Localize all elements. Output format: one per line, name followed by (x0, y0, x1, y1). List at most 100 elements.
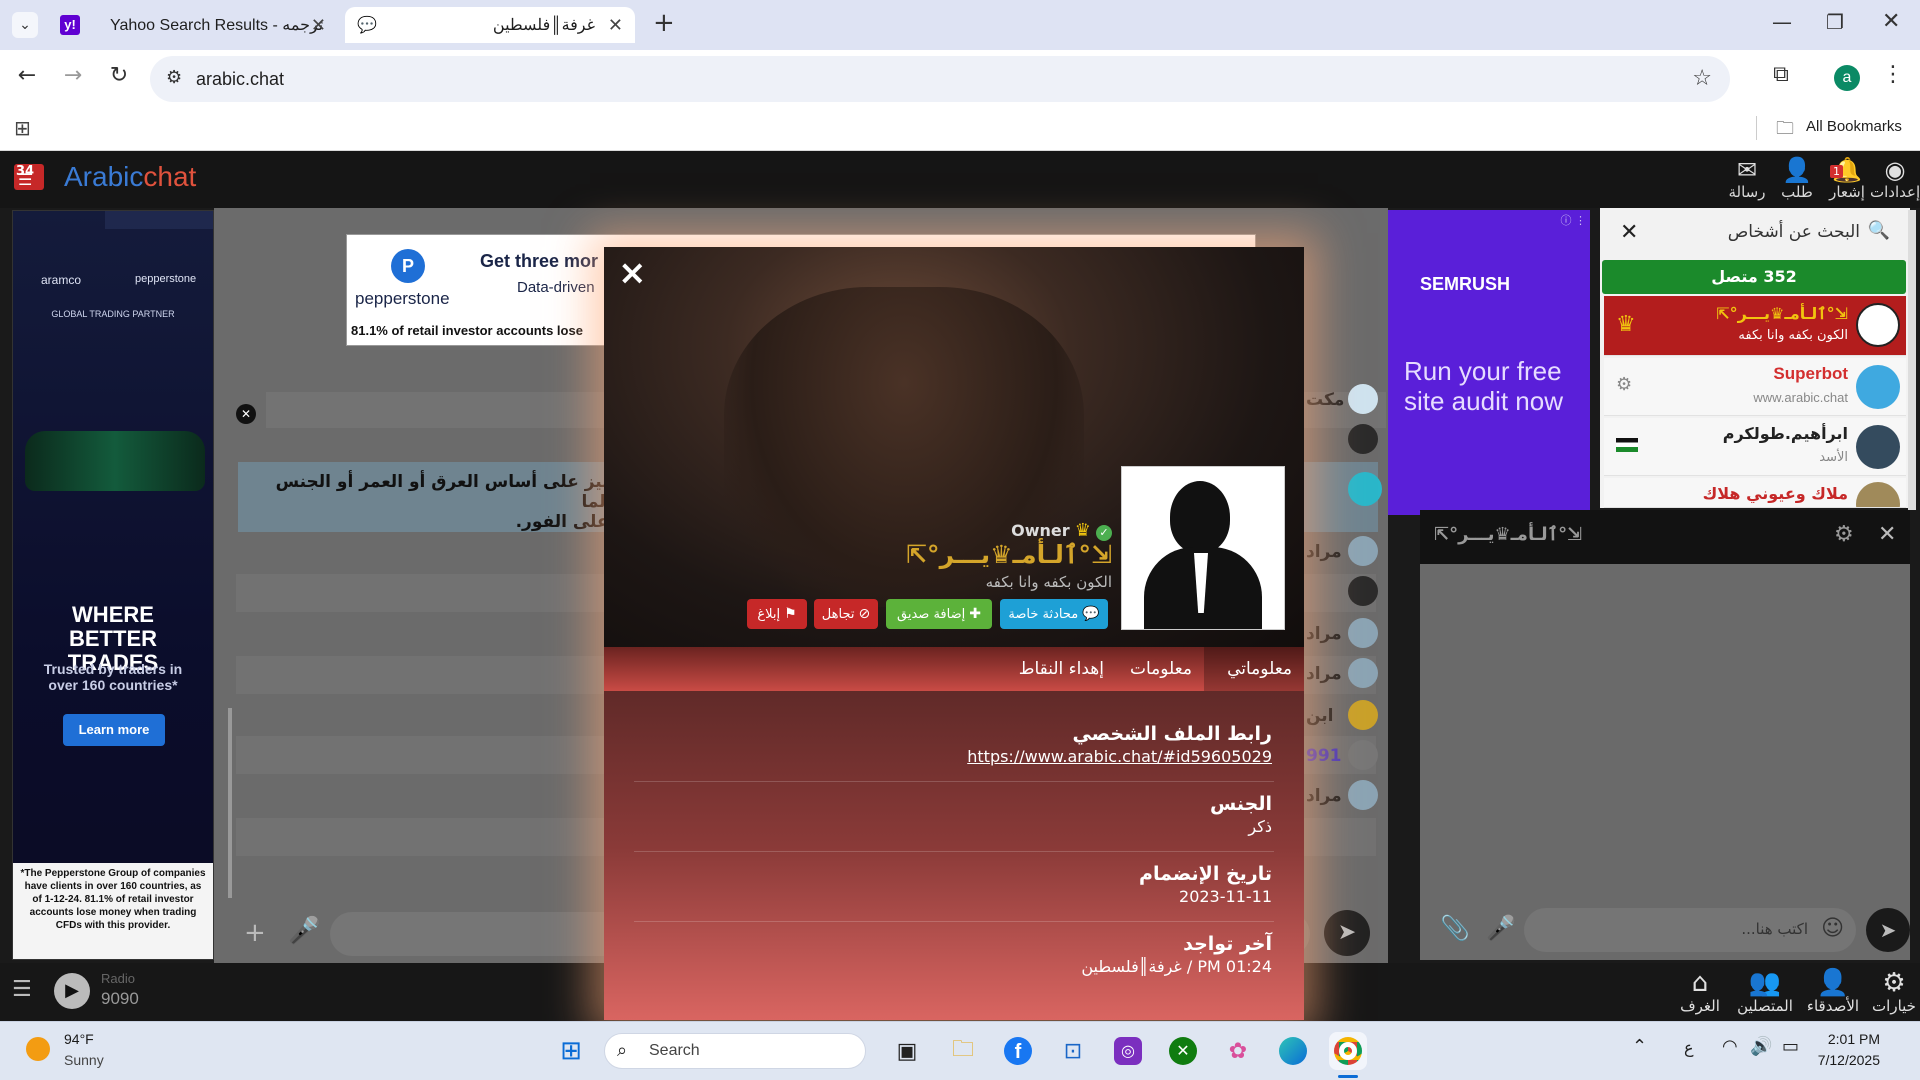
menu-icon[interactable]: ⋮ (1878, 62, 1908, 87)
chevron-up-icon[interactable]: ⌃ (1632, 1036, 1647, 1057)
close-panel-icon[interactable]: ✕ (1620, 220, 1638, 245)
chat-user-item[interactable] (1304, 576, 1388, 608)
user-list-item[interactable]: ملاك وعيوني هلاك (1604, 478, 1906, 508)
clock-date[interactable]: 7/12/2025 (1818, 1052, 1880, 1068)
nav-friends[interactable]: 👤 الأصدقاء (1800, 969, 1866, 1015)
learn-more-button[interactable]: Learn more (63, 714, 165, 746)
reload-icon[interactable]: ↻ (104, 63, 134, 88)
nav-options[interactable]: ⚙ خيارات (1868, 969, 1920, 1015)
paper-plane-icon: ➤ (1337, 920, 1357, 945)
close-tab-icon[interactable]: ✕ (311, 15, 326, 36)
close-icon[interactable]: ✕ (1878, 522, 1896, 547)
send-button[interactable]: ➤ (1324, 910, 1370, 956)
pm-send-button[interactable]: ➤ (1866, 908, 1910, 952)
tab-yahoo[interactable]: y! Yahoo Search Results - ترجمه ✕ (48, 7, 338, 43)
ad-choices-icon[interactable] (105, 211, 213, 229)
address-bar[interactable]: ⚙ arabic.chat ☆ (150, 56, 1730, 102)
bookmark-star-icon[interactable]: ☆ (1692, 66, 1712, 91)
close-tab-icon[interactable]: ✕ (608, 15, 623, 36)
volume-icon[interactable]: 🔊 (1750, 1036, 1772, 1057)
user-list-item[interactable]: ⚙ Superbot www.arabic.chat (1604, 358, 1906, 416)
play-button[interactable]: ▶ (54, 973, 90, 1009)
microphone-icon[interactable]: 🎤 (288, 916, 320, 946)
tab-gift-points[interactable]: إهداء النقاط (1004, 647, 1104, 691)
profile-avatar[interactable] (1121, 466, 1285, 630)
new-tab-button[interactable]: + (653, 8, 675, 38)
battery-icon[interactable]: ▭ (1782, 1036, 1799, 1057)
messages-button[interactable]: ✉ رسالة (1722, 157, 1772, 201)
apps-icon[interactable]: ⊞ (14, 116, 31, 140)
forward-icon[interactable]: → (58, 63, 88, 88)
task-view-icon[interactable]: ▣ (888, 1032, 926, 1070)
ignore-button[interactable]: تجاهل ⊘ (814, 599, 878, 629)
tab-my-info[interactable]: معلوماتي (1204, 647, 1304, 691)
add-friend-button[interactable]: إضافة صديق ✚ (886, 599, 992, 629)
tab-info[interactable]: معلومات (1122, 647, 1192, 691)
wifi-icon[interactable]: ◠ (1722, 1036, 1738, 1057)
chat-user-item[interactable]: مراد (1304, 536, 1388, 568)
close-modal-button[interactable]: × (618, 253, 647, 293)
input-language[interactable]: ع (1684, 1038, 1694, 1057)
back-icon[interactable]: ← (12, 63, 42, 88)
left-ad[interactable]: aramco pepperstone GLOBAL TRADING PARTNE… (12, 210, 214, 960)
xbox-icon[interactable]: ✕ (1164, 1032, 1202, 1070)
nav-rooms[interactable]: ⌂ الغرف (1680, 969, 1720, 1015)
right-ad[interactable]: ⓘ ⋮ SEMRUSH Run your free site audit now (1388, 210, 1590, 515)
chrome-icon[interactable] (1329, 1032, 1367, 1070)
all-bookmarks-link[interactable]: All Bookmarks (1806, 118, 1902, 135)
chat-user-item[interactable]: مراد (1304, 780, 1388, 812)
chat-user-item[interactable] (1304, 424, 1388, 456)
nav-online[interactable]: 👥 المتصلين (1730, 969, 1800, 1015)
chat-user-item[interactable] (1304, 464, 1388, 514)
weather-temp[interactable]: 94°F (64, 1031, 94, 1047)
extensions-icon[interactable]: ⧉ (1766, 62, 1796, 87)
chat-user-item[interactable]: ابن (1304, 700, 1388, 732)
microphone-icon[interactable]: 🎤 (1486, 914, 1516, 942)
minimize-icon[interactable]: — (1772, 10, 1792, 34)
site-info-icon[interactable]: ⚙ (166, 67, 182, 88)
start-button[interactable]: ⊞ (552, 1032, 590, 1070)
taskbar-search[interactable]: ⌕ Search (604, 1033, 866, 1069)
chat-user-item[interactable]: 991 (1304, 740, 1388, 772)
edge-icon[interactable] (1274, 1032, 1312, 1070)
private-chat-button[interactable]: محادثة خاصة 💬 (1000, 599, 1108, 629)
pm-header[interactable]: ⇱°ٱلـأمـ♛يـــر°⇲ ⚙ ✕ (1420, 510, 1910, 564)
notifications-button[interactable]: 🔔 إشعار 1 (1822, 157, 1872, 201)
paperclip-icon[interactable]: 📎 (1440, 914, 1470, 942)
add-attachment-icon[interactable]: + (244, 918, 266, 948)
chat-scrollbar[interactable] (228, 708, 232, 898)
restore-icon[interactable]: ❐ (1826, 10, 1844, 34)
search-people-label[interactable]: البحث عن أشخاص (1728, 222, 1860, 242)
close-window-icon[interactable]: ✕ (1882, 9, 1900, 34)
user-list-item[interactable]: ابرأهيم.طولكرم الأسد (1604, 418, 1906, 476)
chat-user-item[interactable]: مكت (1304, 384, 1388, 416)
room-count-badge[interactable]: 34 ☰ (14, 164, 44, 190)
tab-search-button[interactable]: ⌄ (12, 12, 38, 38)
profile-avatar[interactable]: a (1834, 65, 1860, 91)
gear-icon[interactable]: ⚙ (1834, 522, 1854, 547)
chat-notice-close-icon[interactable]: ✕ (236, 404, 256, 424)
profile-link[interactable]: https://www.arabic.chat/#id59605029 (967, 747, 1272, 766)
panel-scrollbar[interactable] (1908, 210, 1916, 510)
requests-button[interactable]: 👤 طلب (1772, 157, 1822, 201)
tab-chat[interactable]: 💬 غرفة║فلسطين ✕ (345, 7, 635, 43)
search-icon[interactable]: 🔍 (1868, 220, 1890, 241)
equalizer-icon[interactable]: ☰ (12, 977, 32, 1002)
emoji-icon[interactable]: ☺ (1821, 916, 1844, 941)
file-explorer-icon[interactable]: 🗀 (944, 1032, 982, 1070)
weather-sun-icon[interactable] (26, 1037, 50, 1061)
url-text[interactable]: arabic.chat (196, 69, 284, 90)
report-button[interactable]: إبلاغ ⚑ (747, 599, 807, 629)
facebook-icon[interactable]: f (999, 1032, 1037, 1070)
user-list-item[interactable]: ♛ ⇱°ٱلـأمـ♛يـــر°⇲ الكون بكفه وانا بكفه (1604, 296, 1906, 356)
store-icon[interactable]: ⊡ (1054, 1032, 1092, 1070)
settings-button[interactable]: ◉ إعدادات (1870, 157, 1920, 201)
site-logo[interactable]: Arabicchat (64, 161, 196, 193)
ad-info-icon[interactable]: ⓘ ⋮ (1561, 212, 1587, 228)
copilot-icon[interactable]: ✿ (1219, 1032, 1257, 1070)
chat-user-item[interactable]: مراد (1304, 618, 1388, 650)
podcast-app-icon[interactable]: ◎ (1109, 1032, 1147, 1070)
clock-time[interactable]: 2:01 PM (1828, 1031, 1880, 1047)
pm-input[interactable]: اكتب هنا... ☺ (1524, 908, 1856, 952)
chat-user-item[interactable]: مراد (1304, 658, 1388, 690)
